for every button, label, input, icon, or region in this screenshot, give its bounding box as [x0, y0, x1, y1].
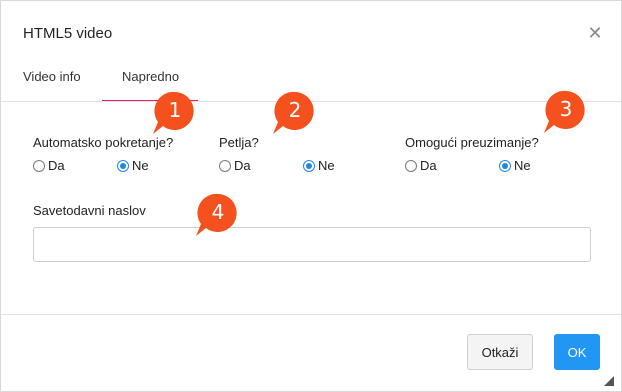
loop-yes-label: Da: [234, 158, 251, 173]
radio-unchecked-icon: [405, 159, 417, 172]
radio-unchecked-icon: [219, 159, 231, 172]
callout-number-1: 1: [168, 98, 182, 122]
tab-video-info[interactable]: Video info: [23, 69, 81, 84]
loop-no-radio[interactable]: Ne: [303, 158, 335, 173]
callout-number-3: 3: [559, 97, 573, 121]
tooltip-label: Savetodavni naslov: [33, 203, 146, 218]
download-no-radio[interactable]: Ne: [499, 158, 531, 173]
callout-marker-2: 2: [273, 90, 317, 134]
dialog-title: HTML5 video: [23, 25, 113, 42]
download-yes-label: Da: [420, 158, 437, 173]
loop-yes-radio[interactable]: Da: [219, 158, 251, 173]
radio-unchecked-icon: [33, 159, 45, 172]
tooltip-input[interactable]: [33, 227, 591, 262]
autoplay-yes-label: Da: [48, 158, 65, 173]
close-icon[interactable]: ✕: [585, 23, 605, 43]
autoplay-yes-radio[interactable]: Da: [33, 158, 65, 173]
html5-video-dialog: HTML5 video ✕ Video info Napredno Automa…: [0, 0, 622, 392]
resize-handle-icon[interactable]: [604, 373, 614, 386]
radio-checked-icon: [499, 159, 511, 172]
loop-no-label: Ne: [318, 158, 335, 173]
loop-label: Petlja?: [219, 135, 259, 150]
ok-button[interactable]: OK: [554, 334, 600, 370]
download-label: Omogući preuzimanje?: [405, 135, 539, 150]
autoplay-no-radio[interactable]: Ne: [117, 158, 149, 173]
download-yes-radio[interactable]: Da: [405, 158, 437, 173]
radio-checked-icon: [303, 159, 315, 172]
callout-number-2: 2: [288, 98, 302, 122]
autoplay-no-label: Ne: [132, 158, 149, 173]
callout-number-4: 4: [211, 200, 225, 224]
radio-checked-icon: [117, 159, 129, 172]
autoplay-label: Automatsko pokretanje?: [33, 135, 174, 150]
callout-marker-3: 3: [544, 89, 588, 133]
footer-divider: [1, 314, 621, 315]
cancel-button[interactable]: Otkaži: [467, 334, 533, 370]
callout-marker-1: 1: [153, 90, 197, 134]
callout-marker-4: 4: [196, 192, 240, 236]
tab-napredno[interactable]: Napredno: [122, 69, 179, 84]
download-no-label: Ne: [514, 158, 531, 173]
